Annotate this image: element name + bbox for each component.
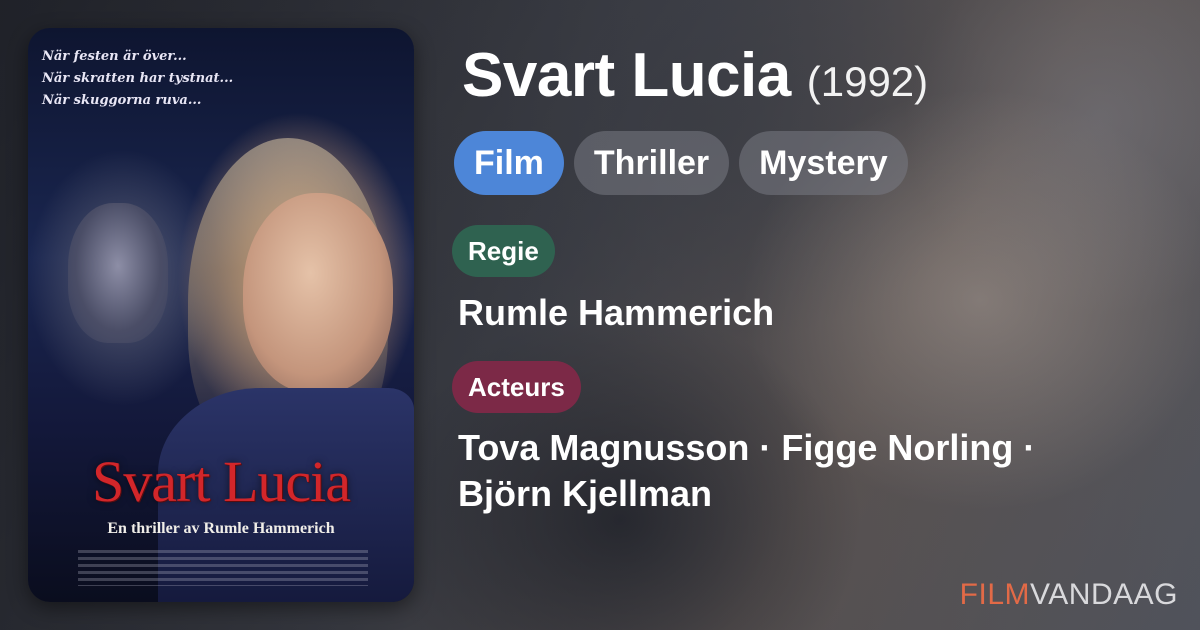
- title-row: Svart Lucia (1992): [462, 40, 928, 111]
- tag-film[interactable]: Film: [454, 131, 564, 195]
- poster-title: Svart Lucia: [92, 449, 351, 514]
- poster-tagline-line: När skuggorna ruva...: [42, 93, 202, 108]
- tag-mystery[interactable]: Mystery: [739, 131, 908, 195]
- director-label: Regie: [452, 225, 555, 277]
- movie-title: Svart Lucia: [462, 41, 791, 110]
- movie-year: (1992): [806, 58, 929, 105]
- poster-tagline: När festen är över... När skratten har t…: [42, 46, 233, 112]
- brand-logo-part-vandaag: VANDAAG: [1030, 578, 1178, 611]
- director-name[interactable]: Rumle Hammerich: [458, 290, 774, 336]
- tag-thriller[interactable]: Thriller: [573, 131, 730, 195]
- actors-label: Acteurs: [452, 361, 581, 413]
- poster-figure-face: [243, 193, 393, 393]
- poster-subtitle: En thriller av Rumle Hammerich: [107, 520, 335, 537]
- actors-list[interactable]: Tova Magnusson · Figge Norling · Björn K…: [458, 425, 1098, 517]
- poster-figure-man: [68, 203, 168, 343]
- poster-credits-block: [78, 550, 368, 586]
- poster-tagline-line: När skratten har tystnat...: [42, 71, 234, 86]
- genre-tags: Film Thriller Mystery: [454, 131, 908, 195]
- brand-logo[interactable]: FILMVANDAAG: [960, 578, 1178, 612]
- movie-poster: När festen är över... När skratten har t…: [28, 28, 414, 602]
- brand-logo-part-film: FILM: [959, 578, 1031, 611]
- poster-tagline-line: När festen är över...: [42, 49, 187, 64]
